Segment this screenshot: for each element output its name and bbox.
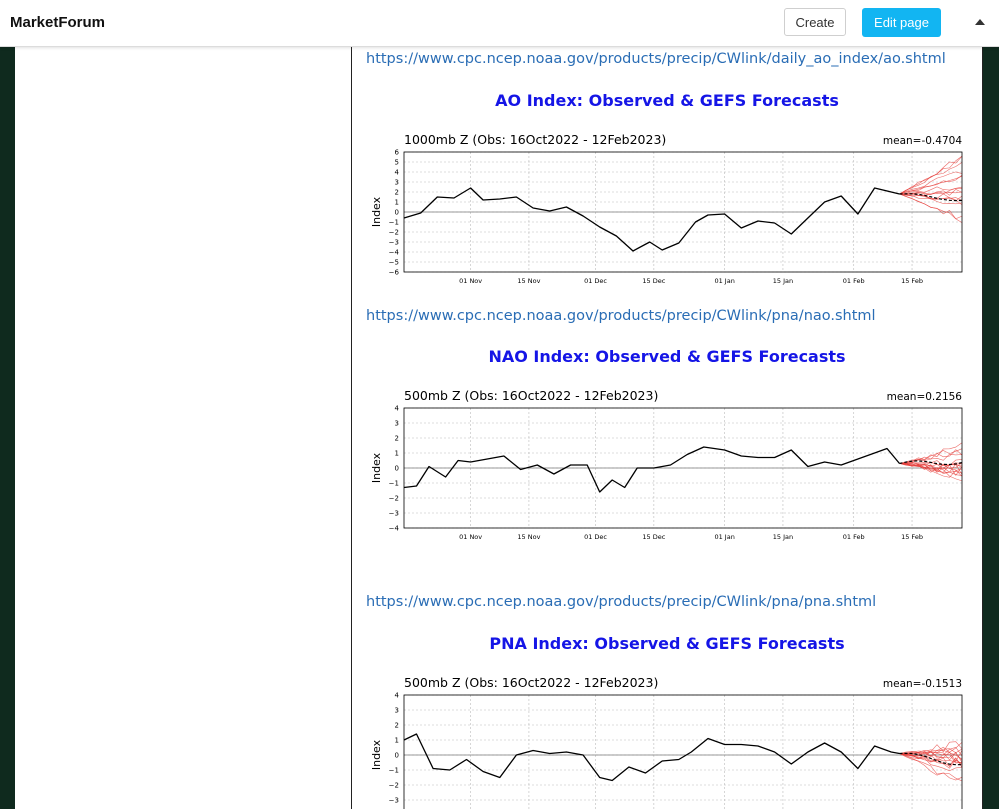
ensemble-member-line [899, 174, 963, 195]
x-tick-label: 15 Feb [901, 533, 923, 541]
pna-figure-title: PNA Index: Observed & GEFS Forecasts [489, 634, 845, 653]
y-tick-label: 4 [395, 169, 400, 177]
x-tick-label: 01 Dec [584, 277, 607, 285]
y-tick-label: −1 [389, 219, 399, 227]
y-tick-label: −2 [389, 495, 399, 503]
pna-chart-svg: 500mb Z (Obs: 16Oct2022 - 12Feb2023) mean… [370, 675, 963, 809]
x-tick-label: 01 Nov [459, 277, 482, 285]
ao-source-link[interactable]: https://www.cpc.ncep.noaa.gov/products/p… [366, 51, 946, 67]
x-tick-label: 01 Dec [584, 533, 607, 541]
nao-chart-svg: 500mb Z (Obs: 16Oct2022 - 12Feb2023) mean… [370, 388, 963, 541]
x-tick-label: 15 Feb [901, 277, 923, 285]
ao-chart-svg: 1000mb Z (Obs: 16Oct2022 - 12Feb2023) mea… [370, 132, 963, 285]
y-axis-label: Index [370, 196, 383, 227]
x-tick-label: 15 Jan [773, 533, 793, 541]
y-tick-label: 2 [395, 722, 399, 730]
chart-title: 500mb Z (Obs: 16Oct2022 - 12Feb2023) [404, 388, 658, 403]
y-axis-label: Index [370, 452, 383, 483]
x-tick-label: 15 Dec [642, 277, 665, 285]
ao-chart: 1000mb Z (Obs: 16Oct2022 - 12Feb2023) mea… [370, 130, 970, 294]
observed-index-line [403, 187, 900, 252]
y-tick-label: −6 [389, 269, 400, 277]
x-tick-label: 01 Nov [459, 533, 482, 541]
y-tick-label: 3 [395, 707, 399, 715]
chart-title: 500mb Z (Obs: 16Oct2022 - 12Feb2023) [404, 675, 658, 690]
create-button[interactable]: Create [784, 8, 846, 36]
ensemble-member-line [899, 171, 963, 195]
y-tick-label: 4 [395, 692, 400, 700]
y-tick-label: 0 [395, 465, 399, 473]
x-tick-label: 01 Jan [714, 533, 734, 541]
y-tick-label: 2 [395, 435, 399, 443]
x-tick-label: 01 Feb [843, 277, 865, 285]
site-logo[interactable]: MarketForum [10, 14, 105, 31]
y-tick-label: −1 [389, 767, 399, 775]
y-tick-label: −2 [389, 782, 399, 790]
ensemble-member-line [899, 753, 963, 782]
pna-chart: 500mb Z (Obs: 16Oct2022 - 12Feb2023) mean… [370, 673, 970, 809]
y-tick-label: −1 [389, 480, 399, 488]
y-tick-label: 5 [395, 159, 399, 167]
y-tick-label: 3 [395, 179, 399, 187]
y-axis-label: Index [370, 739, 383, 770]
post-content: https://www.cpc.ncep.noaa.gov/products/p… [351, 46, 983, 809]
top-bar: MarketForum Create Edit page [0, 0, 999, 47]
y-tick-label: −3 [389, 510, 399, 518]
y-tick-label: 1 [395, 199, 399, 207]
nao-chart: 500mb Z (Obs: 16Oct2022 - 12Feb2023) mean… [370, 386, 970, 550]
x-tick-label: 15 Dec [642, 533, 665, 541]
chart-title: 1000mb Z (Obs: 16Oct2022 - 12Feb2023) [404, 132, 666, 147]
observed-index-line [403, 446, 900, 493]
y-tick-label: −3 [389, 797, 399, 805]
y-tick-label: 1 [395, 450, 399, 458]
y-tick-label: 2 [395, 189, 399, 197]
y-tick-label: −3 [389, 239, 399, 247]
ensemble-member-line [899, 449, 963, 464]
nao-source-link[interactable]: https://www.cpc.ncep.noaa.gov/products/p… [366, 308, 876, 324]
y-tick-label: −2 [389, 229, 399, 237]
x-tick-label: 15 Nov [517, 277, 540, 285]
nao-figure-title: NAO Index: Observed & GEFS Forecasts [488, 347, 846, 366]
page-margin [984, 46, 999, 809]
pna-source-link[interactable]: https://www.cpc.ncep.noaa.gov/products/p… [366, 594, 876, 610]
left-column [15, 46, 352, 809]
y-tick-label: 0 [395, 209, 399, 217]
x-tick-label: 01 Jan [714, 277, 734, 285]
x-tick-label: 01 Feb [843, 533, 865, 541]
y-tick-label: −4 [389, 525, 400, 533]
x-tick-label: 15 Jan [773, 277, 793, 285]
edit-page-button[interactable]: Edit page [862, 8, 941, 37]
observed-index-line [403, 733, 900, 782]
y-tick-label: 1 [395, 737, 399, 745]
y-tick-label: 0 [395, 752, 399, 760]
y-tick-label: 4 [395, 405, 400, 413]
y-tick-label: −5 [389, 259, 399, 267]
x-tick-label: 15 Nov [517, 533, 540, 541]
ensemble-member-line [899, 175, 963, 195]
y-tick-label: 6 [395, 149, 400, 157]
y-tick-label: 3 [395, 420, 399, 428]
ensemble-member-line [899, 748, 963, 754]
y-tick-label: −4 [389, 249, 400, 257]
chart-mean-annotation: mean=0.2156 [887, 391, 963, 403]
plot-frame [403, 694, 963, 809]
ao-figure-title: AO Index: Observed & GEFS Forecasts [495, 91, 839, 110]
chart-mean-annotation: mean=-0.4704 [883, 135, 962, 147]
chart-mean-annotation: mean=-0.1513 [883, 678, 962, 690]
caret-up-icon[interactable] [968, 10, 992, 34]
